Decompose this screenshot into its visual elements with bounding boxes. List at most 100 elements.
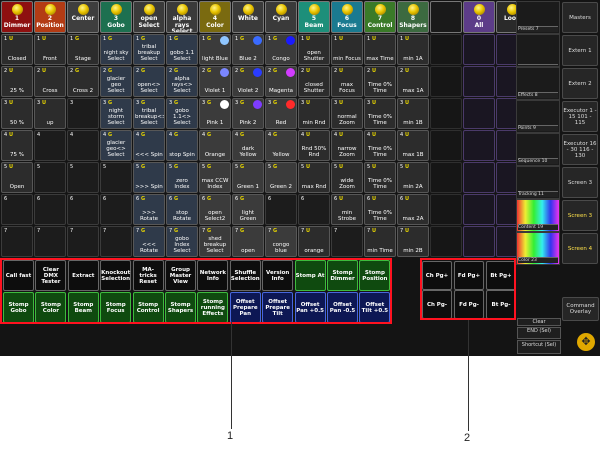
preset-cell[interactable]: 3 Gtribal breakup<> Select (133, 98, 165, 129)
preset-cell[interactable]: 2 U Time 0% Time (364, 66, 396, 97)
view-thumbnail[interactable]: Points 9 (516, 100, 560, 133)
preset-cell[interactable]: 2 G Violet 2 (232, 66, 264, 97)
view-button[interactable]: Masters (562, 2, 598, 33)
preset-cell[interactable]: 4 G Orange (199, 130, 231, 161)
preset-cell[interactable]: 1 Umin Focus (331, 34, 363, 65)
empty-preset-cell[interactable] (430, 66, 462, 97)
view-thumbnail[interactable]: Effects 8 (516, 67, 560, 100)
preset-cell[interactable]: 4 Unarrow Zoom (331, 130, 363, 161)
empty-preset-cell[interactable] (463, 66, 495, 97)
preset-cell[interactable]: 7 Gcongo blue (265, 226, 297, 257)
preset-cell[interactable]: 5 U Open (1, 162, 33, 193)
preset-cell[interactable]: 1 Gtribal breakup Select (133, 34, 165, 65)
preset-cell[interactable]: 6 (265, 194, 297, 225)
preset-cell[interactable]: 4 U Rnd 50% Rnd (298, 130, 330, 161)
preset-cell[interactable]: 1 G Stage (67, 34, 99, 65)
view-thumbnail[interactable] (516, 34, 560, 67)
preset-cell[interactable]: 3 Uup (34, 98, 66, 129)
preset-cell[interactable]: 4 (34, 130, 66, 161)
preset-cell[interactable]: 3 U Time 0% Time (364, 98, 396, 129)
header-cell[interactable]: 8 Shapers (397, 1, 429, 33)
header-cell[interactable]: Center (67, 1, 99, 33)
preset-cell[interactable]: 3 (67, 98, 99, 129)
view-button[interactable]: Executor 1 - 15 101 - 115 (562, 101, 598, 132)
header-cell[interactable]: alpha rays Select (166, 1, 198, 33)
preset-cell[interactable]: 5 G >>> Spin (133, 162, 165, 193)
preset-cell[interactable]: 1 U Front (34, 34, 66, 65)
preset-cell[interactable]: 7 (331, 226, 363, 257)
preset-cell[interactable]: 2 Umax Focus (331, 66, 363, 97)
view-button[interactable]: Executor 16 - 30 116 - 130 (562, 134, 598, 165)
preset-cell[interactable]: 1 U Closed (1, 34, 33, 65)
header-cell[interactable]: 7 Control (364, 1, 396, 33)
preset-cell[interactable]: 4 G <<< Spin (133, 130, 165, 161)
header-cell[interactable]: open Select (133, 1, 165, 33)
preset-cell[interactable]: 7 G <<< Rotate (133, 226, 165, 257)
preset-cell[interactable]: 1 Gnight sky Select (100, 34, 132, 65)
preset-cell[interactable]: 3 Unormal Zoom (331, 98, 363, 129)
preset-cell[interactable]: 3 G Pink 1 (199, 98, 231, 129)
preset-cell[interactable]: 4 G Yellow (265, 130, 297, 161)
preset-cell[interactable]: 4 Umax 1B (397, 130, 429, 161)
preset-cell[interactable]: 3 Ggobo 1.1<> Select (166, 98, 198, 129)
preset-cell[interactable]: 2 Uclosed Shutter (298, 66, 330, 97)
command-overlay-button[interactable]: Command Overlay (562, 297, 599, 321)
preset-cell[interactable]: 4 (67, 130, 99, 161)
preset-cell[interactable]: 5 G Green 2 (265, 162, 297, 193)
view-button[interactable]: Screen 3 (562, 200, 598, 231)
header-cell[interactable] (430, 1, 462, 33)
preset-cell[interactable]: 6 Umax 2A (397, 194, 429, 225)
view-button[interactable]: Screen 3 (562, 167, 598, 198)
preset-cell[interactable]: 5 (100, 162, 132, 193)
preset-cell[interactable]: 2 Galpha rays<> Select (166, 66, 198, 97)
preset-cell[interactable]: 6 (1, 194, 33, 225)
view-button[interactable]: Extern 2 (562, 68, 598, 99)
empty-preset-cell[interactable] (430, 162, 462, 193)
preset-cell[interactable]: 2 Umax 1A (397, 66, 429, 97)
preset-cell[interactable]: 5 G Green 1 (232, 162, 264, 193)
preset-cell[interactable]: 3 G Red (265, 98, 297, 129)
header-cell[interactable]: 0 All (463, 1, 495, 33)
view-thumbnail[interactable]: Tracking 11 (516, 166, 560, 199)
header-cell[interactable]: 4 Color (199, 1, 231, 33)
preset-cell[interactable]: 1 Glight Blue (199, 34, 231, 65)
preset-cell[interactable]: 6 U Time 0% Time (364, 194, 396, 225)
preset-cell[interactable]: 3 Gnight storm Select (100, 98, 132, 129)
view-thumbnail[interactable]: Content 19 (516, 199, 560, 232)
preset-cell[interactable]: 2 G Violet 1 (199, 66, 231, 97)
preset-cell[interactable]: 6 Umin Strobe (331, 194, 363, 225)
header-cell[interactable]: 2 Position (34, 1, 66, 33)
empty-preset-cell[interactable] (430, 194, 462, 225)
preset-cell[interactable]: 2 G Magenta (265, 66, 297, 97)
preset-cell[interactable]: 7 (67, 226, 99, 257)
empty-preset-cell[interactable] (430, 130, 462, 161)
empty-preset-cell[interactable] (463, 34, 495, 65)
header-cell[interactable]: Cyan (265, 1, 297, 33)
preset-cell[interactable]: 7 Umin Time (364, 226, 396, 257)
view-button[interactable]: Extern 1 (562, 35, 598, 66)
preset-cell[interactable]: 7 Ggobo Index Select (166, 226, 198, 257)
preset-cell[interactable]: 6 Gopen Select2 (199, 194, 231, 225)
preset-cell[interactable]: 6 (100, 194, 132, 225)
header-cell[interactable]: 6 Focus (331, 1, 363, 33)
header-cell[interactable]: 1 Dimmer (1, 1, 33, 33)
view-thumbnail[interactable]: Presets 7 (516, 1, 560, 34)
preset-cell[interactable]: 1 Uopen Shutter (298, 34, 330, 65)
preset-cell[interactable]: 2 G Cross 2 (67, 66, 99, 97)
empty-preset-cell[interactable] (463, 130, 495, 161)
empty-preset-cell[interactable] (430, 98, 462, 129)
preset-cell[interactable]: 7 (100, 226, 132, 257)
preset-cell[interactable]: 1 Umin 1A (397, 34, 429, 65)
preset-cell[interactable]: 5 (34, 162, 66, 193)
preset-cell[interactable]: 6 (34, 194, 66, 225)
preset-cell[interactable]: 6 Gstop Rotate (166, 194, 198, 225)
empty-preset-cell[interactable] (463, 162, 495, 193)
preset-cell[interactable]: 5 (67, 162, 99, 193)
preset-cell[interactable]: 7 Uorange (298, 226, 330, 257)
shortcut-button[interactable]: Shortcut (Sel) (517, 340, 561, 354)
preset-cell[interactable]: 5 Uwide Zoom (331, 162, 363, 193)
preset-cell[interactable]: 6 Glight Green (232, 194, 264, 225)
preset-cell[interactable]: 1 G Congo (265, 34, 297, 65)
preset-cell[interactable]: 7 Gshed breakup Select (199, 226, 231, 257)
preset-cell[interactable]: 4 U 75 % (1, 130, 33, 161)
